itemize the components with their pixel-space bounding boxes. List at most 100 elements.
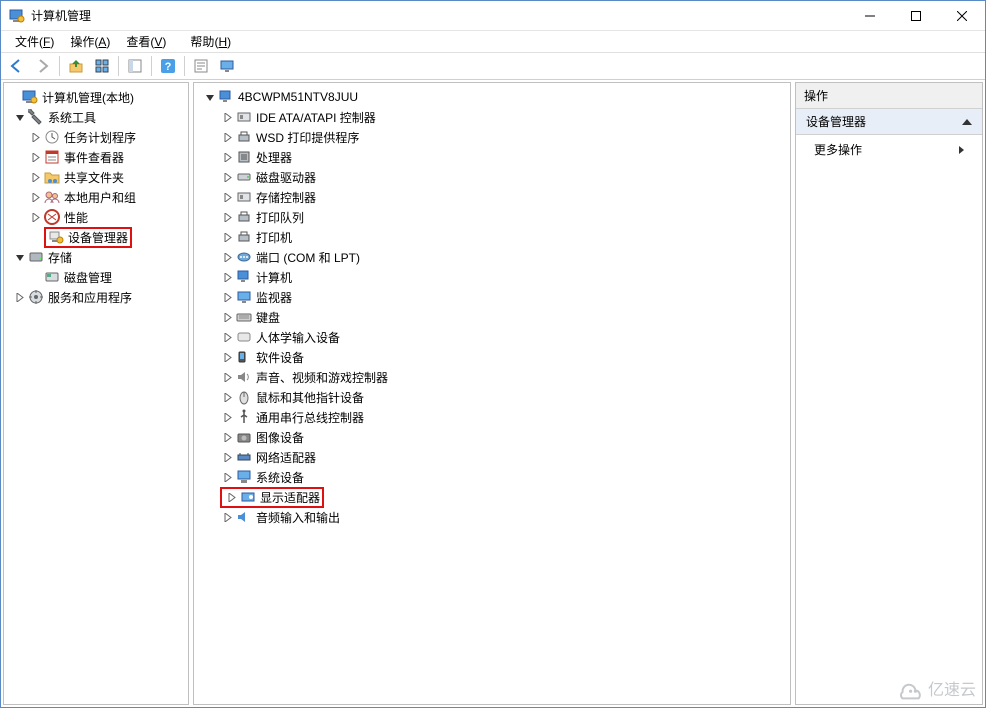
disclosure-closed-icon[interactable] <box>220 429 236 445</box>
tree-device-manager[interactable]: 设备管理器 <box>4 227 188 247</box>
maximize-button[interactable] <box>893 1 939 31</box>
disclosure-closed-icon[interactable] <box>220 169 236 185</box>
tree-storage[interactable]: 存储 <box>4 247 188 267</box>
dev-audio-io[interactable]: 音频输入和输出 <box>194 507 790 527</box>
dev-imaging[interactable]: 图像设备 <box>194 427 790 447</box>
console-tree[interactable]: 计算机管理(本地) 系统工具 任务计划程序 事件查看器 共享文件夹 <box>4 83 188 311</box>
device-root[interactable]: 4BCWPM51NTV8JUU <box>194 87 790 107</box>
disclosure-closed-icon[interactable] <box>220 409 236 425</box>
disclosure-closed-icon[interactable] <box>220 189 236 205</box>
dev-computer[interactable]: 计算机 <box>194 267 790 287</box>
tree-root-computer-mgmt[interactable]: 计算机管理(本地) <box>4 87 188 107</box>
dev-ide[interactable]: IDE ATA/ATAPI 控制器 <box>194 107 790 127</box>
dev-sound[interactable]: 声音、视频和游戏控制器 <box>194 367 790 387</box>
tree-event-viewer[interactable]: 事件查看器 <box>4 147 188 167</box>
dev-usb[interactable]: 通用串行总线控制器 <box>194 407 790 427</box>
dev-software[interactable]: 软件设备 <box>194 347 790 367</box>
details-pane: 4BCWPM51NTV8JUU IDE ATA/ATAPI 控制器 WSD 打印… <box>193 82 791 705</box>
tree-task-scheduler[interactable]: 任务计划程序 <box>4 127 188 147</box>
disclosure-closed-icon[interactable] <box>220 129 236 145</box>
disclosure-closed-icon[interactable] <box>220 329 236 345</box>
watermark-text: 亿速云 <box>928 676 976 700</box>
minimize-button[interactable] <box>847 1 893 31</box>
dev-disk-drive[interactable]: 磁盘驱动器 <box>194 167 790 187</box>
dev-wsd[interactable]: WSD 打印提供程序 <box>194 127 790 147</box>
dev-printer[interactable]: 打印机 <box>194 227 790 247</box>
help-button[interactable] <box>156 54 180 78</box>
disclosure-closed-icon[interactable] <box>220 149 236 165</box>
main-area: 计算机管理(本地) 系统工具 任务计划程序 事件查看器 共享文件夹 <box>1 80 985 707</box>
tree-label: 存储控制器 <box>256 189 316 206</box>
menu-view[interactable]: 查看(V) <box>118 31 174 52</box>
dev-mouse[interactable]: 鼠标和其他指针设备 <box>194 387 790 407</box>
tree-system-tools[interactable]: 系统工具 <box>4 107 188 127</box>
tree-performance[interactable]: 性能 <box>4 207 188 227</box>
disclosure-open-icon[interactable] <box>202 89 218 105</box>
action-pane-button[interactable] <box>189 54 213 78</box>
disclosure-closed-icon[interactable] <box>224 489 240 505</box>
disclosure-closed-icon[interactable] <box>28 129 44 145</box>
disclosure-closed-icon[interactable] <box>220 469 236 485</box>
dev-cpu[interactable]: 处理器 <box>194 147 790 167</box>
tree-shared-folders[interactable]: 共享文件夹 <box>4 167 188 187</box>
disclosure-closed-icon[interactable] <box>220 449 236 465</box>
dev-display[interactable]: 显示适配器 <box>194 487 790 507</box>
menu-help[interactable]: 帮助(H) <box>182 31 239 52</box>
disclosure-closed-icon[interactable] <box>220 269 236 285</box>
storage-icon <box>28 249 44 265</box>
disclosure-closed-icon[interactable] <box>28 209 44 225</box>
menu-file[interactable]: 文件(F) <box>7 31 62 52</box>
back-button[interactable] <box>5 54 29 78</box>
disclosure-open-icon[interactable] <box>12 249 28 265</box>
app-icon <box>9 8 25 24</box>
properties-button[interactable] <box>123 54 147 78</box>
close-button[interactable] <box>939 1 985 31</box>
dev-print-queue[interactable]: 打印队列 <box>194 207 790 227</box>
scan-hardware-button[interactable] <box>215 54 239 78</box>
dev-storage-ctrl[interactable]: 存储控制器 <box>194 187 790 207</box>
toolbar <box>1 52 985 80</box>
dev-hid[interactable]: 人体学输入设备 <box>194 327 790 347</box>
tree-disk-mgmt[interactable]: 磁盘管理 <box>4 267 188 287</box>
menu-action[interactable]: 操作(A) <box>62 31 118 52</box>
disclosure-closed-icon[interactable] <box>220 369 236 385</box>
dev-system[interactable]: 系统设备 <box>194 467 790 487</box>
disclosure-closed-icon[interactable] <box>12 289 28 305</box>
performance-icon <box>44 209 60 225</box>
toolbar-separator <box>151 56 152 76</box>
tree-label: 性能 <box>64 209 88 226</box>
disclosure-closed-icon[interactable] <box>220 389 236 405</box>
actions-more-label: 更多操作 <box>814 141 862 158</box>
dev-keyboard[interactable]: 键盘 <box>194 307 790 327</box>
up-button[interactable] <box>64 54 88 78</box>
disclosure-closed-icon[interactable] <box>28 189 44 205</box>
disclosure-closed-icon[interactable] <box>220 349 236 365</box>
tree-label: 4BCWPM51NTV8JUU <box>238 90 358 104</box>
disclosure-closed-icon[interactable] <box>220 229 236 245</box>
disclosure-closed-icon[interactable] <box>28 169 44 185</box>
actions-more[interactable]: 更多操作 <box>796 135 982 164</box>
tree-label: 磁盘驱动器 <box>256 169 316 186</box>
monitor-icon <box>236 289 252 305</box>
disclosure-closed-icon[interactable] <box>220 289 236 305</box>
tree-local-users[interactable]: 本地用户和组 <box>4 187 188 207</box>
disclosure-closed-icon[interactable] <box>28 149 44 165</box>
disclosure-closed-icon[interactable] <box>220 509 236 525</box>
show-hide-tree-button[interactable] <box>90 54 114 78</box>
tree-services[interactable]: 服务和应用程序 <box>4 287 188 307</box>
tree-label: 音频输入和输出 <box>256 509 340 526</box>
actions-section-device-manager[interactable]: 设备管理器 <box>796 109 982 135</box>
forward-button[interactable] <box>31 54 55 78</box>
disclosure-closed-icon[interactable] <box>220 309 236 325</box>
device-tree[interactable]: 4BCWPM51NTV8JUU IDE ATA/ATAPI 控制器 WSD 打印… <box>194 83 790 531</box>
disclosure-closed-icon[interactable] <box>220 249 236 265</box>
disclosure-closed-icon[interactable] <box>220 209 236 225</box>
usb-icon <box>236 409 252 425</box>
dev-network[interactable]: 网络适配器 <box>194 447 790 467</box>
dev-ports[interactable]: 端口 (COM 和 LPT) <box>194 247 790 267</box>
disk-icon <box>44 269 60 285</box>
disclosure-open-icon[interactable] <box>12 109 28 125</box>
tree-label: 网络适配器 <box>256 449 316 466</box>
disclosure-closed-icon[interactable] <box>220 109 236 125</box>
dev-monitor[interactable]: 监视器 <box>194 287 790 307</box>
